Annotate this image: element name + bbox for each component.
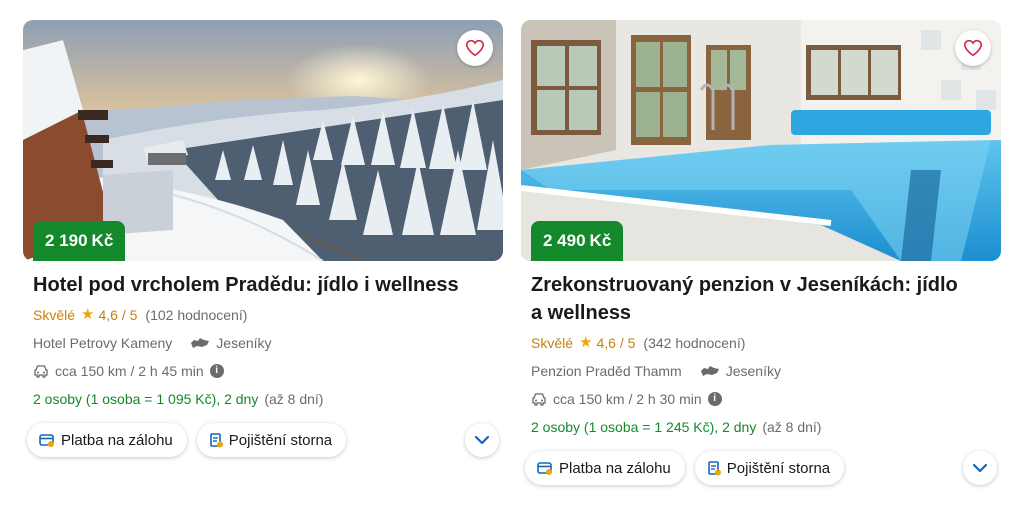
- feature-chips: Platba na zálohu Pojištění storna: [23, 423, 503, 457]
- rating-score: 4,6 / 5: [596, 335, 636, 351]
- review-count[interactable]: (102 hodnocení): [145, 305, 247, 325]
- hotel-name: Penzion Praděd Thamm: [531, 363, 682, 379]
- price-amount: 2 190: [45, 231, 88, 250]
- cancellation-insurance-label: Pojištění storna: [726, 459, 831, 477]
- heart-icon: [465, 39, 485, 57]
- location-row: Hotel Petrovy Kameny Jeseníky: [33, 333, 503, 353]
- offer-text: 2 osoby (1 osoba = 1 245 Kč), 2 dny: [531, 419, 757, 435]
- favorite-button[interactable]: [457, 30, 493, 66]
- insurance-icon: [209, 432, 223, 448]
- payment-deposit-label: Platba na zálohu: [559, 459, 671, 477]
- rating-score: 4,6 / 5: [98, 307, 138, 323]
- offer-duration: (až 8 dní): [264, 391, 324, 407]
- offer-duration: (až 8 dní): [762, 419, 822, 435]
- rating-row: Skvělé ★ 4,6 / 5 (102 hodnocení): [33, 305, 503, 325]
- region-name: Jeseníky: [725, 363, 781, 379]
- expand-button[interactable]: [465, 423, 499, 457]
- chevron-down-icon: [972, 463, 988, 473]
- review-count[interactable]: (342 hodnocení): [643, 333, 745, 353]
- offer-row: 2 osoby (1 osoba = 1 095 Kč), 2 dny (až …: [33, 389, 503, 409]
- info-icon[interactable]: i: [707, 392, 722, 406]
- star-icon: ★: [579, 334, 593, 351]
- cancellation-insurance-label: Pojištění storna: [228, 431, 333, 449]
- car-icon: [33, 364, 49, 378]
- insurance-icon: [707, 460, 721, 476]
- expand-button[interactable]: [963, 451, 997, 485]
- rating-label: Skvělé: [531, 335, 574, 351]
- offer-text: 2 osoby (1 osoba = 1 095 Kč), 2 dny: [33, 391, 259, 407]
- price-amount: 2 490: [543, 231, 586, 250]
- distance-text: cca 150 km / 2 h 30 min: [553, 391, 702, 407]
- payment-deposit-chip[interactable]: Platba na zálohu: [525, 451, 685, 485]
- distance-row: cca 150 km / 2 h 30 min i: [531, 389, 1001, 409]
- price-currency: Kč: [589, 231, 612, 250]
- wallet-icon: [39, 433, 55, 447]
- favorite-button[interactable]: [955, 30, 991, 66]
- distance-text: cca 150 km / 2 h 45 min: [55, 363, 204, 379]
- info-icon[interactable]: i: [209, 364, 224, 378]
- offer-title[interactable]: Zrekonstruovaný penzion v Jeseníkách: jí…: [531, 271, 971, 327]
- cancellation-insurance-chip[interactable]: Pojištění storna: [196, 423, 347, 457]
- rating-label: Skvělé: [33, 307, 76, 323]
- feature-chips: Platba na zálohu Pojištění storna: [521, 451, 1001, 485]
- rating-row: Skvělé ★ 4,6 / 5 (342 hodnocení): [531, 333, 1001, 353]
- star-icon: ★: [81, 306, 95, 323]
- map-region-icon: [190, 337, 210, 349]
- offer-row: 2 osoby (1 osoba = 1 245 Kč), 2 dny (až …: [531, 417, 1001, 437]
- location-row: Penzion Praděd Thamm Jeseníky: [531, 361, 1001, 381]
- offer-card[interactable]: 2 190 Kč Hotel pod vrcholem Pradědu: jíd…: [23, 20, 503, 457]
- hotel-photo[interactable]: 2 190 Kč: [23, 20, 503, 261]
- distance-row: cca 150 km / 2 h 45 min i: [33, 361, 503, 381]
- price-badge: 2 490 Kč: [531, 221, 624, 261]
- car-icon: [531, 392, 547, 406]
- hotel-photo[interactable]: 2 490 Kč: [521, 20, 1001, 261]
- heart-icon: [963, 39, 983, 57]
- payment-deposit-label: Platba na zálohu: [61, 431, 173, 449]
- price-currency: Kč: [91, 231, 114, 250]
- wallet-icon: [537, 461, 553, 475]
- map-region-icon: [700, 365, 720, 377]
- offer-title[interactable]: Hotel pod vrcholem Pradědu: jídlo i well…: [33, 271, 473, 299]
- cancellation-insurance-chip[interactable]: Pojištění storna: [694, 451, 845, 485]
- hotel-name: Hotel Petrovy Kameny: [33, 335, 173, 351]
- region-name: Jeseníky: [216, 335, 272, 351]
- price-badge: 2 190 Kč: [33, 221, 126, 261]
- chevron-down-icon: [474, 435, 490, 445]
- offer-card[interactable]: 2 490 Kč Zrekonstruovaný penzion v Jesen…: [521, 20, 1001, 485]
- payment-deposit-chip[interactable]: Platba na zálohu: [27, 423, 187, 457]
